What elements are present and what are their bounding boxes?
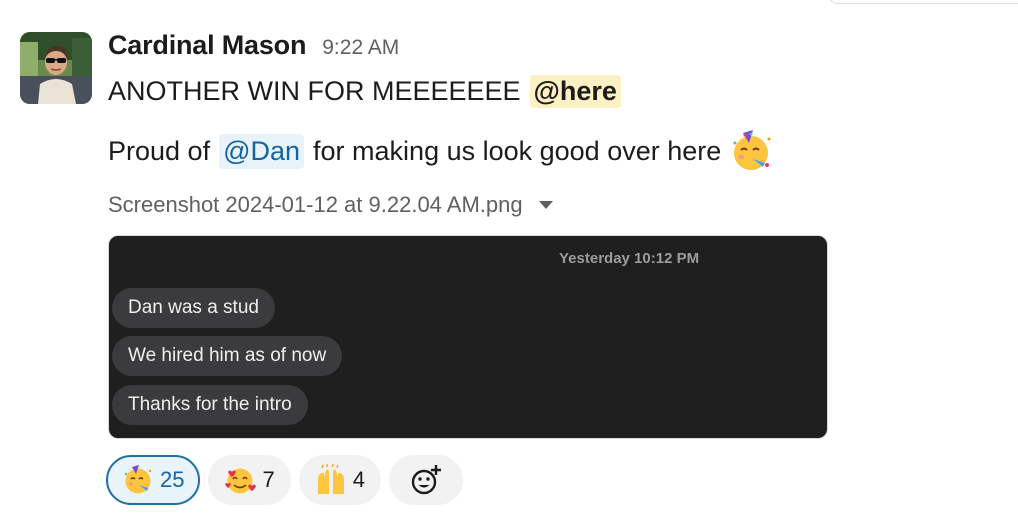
message-header: Cardinal Mason 9:22 AM: [108, 30, 399, 66]
reaction-count: 7: [262, 467, 275, 492]
message-line-1: ANOTHER WIN FOR MEEEEEEE @here: [108, 72, 621, 110]
partying-face-icon: [122, 464, 154, 496]
user-mention[interactable]: @Dan: [219, 133, 305, 169]
message-text-prefix: Proud of: [108, 135, 211, 166]
reaction-count: 4: [352, 467, 365, 492]
message-timestamp[interactable]: 9:22 AM: [322, 36, 399, 60]
smiling-face-with-hearts-icon: [224, 464, 257, 496]
chat-message: Cardinal Mason 9:22 AM ANOTHER WIN FOR M…: [0, 0, 1018, 516]
message-text: ANOTHER WIN FOR MEEEEEEE: [108, 75, 521, 106]
reaction-smiling-face-with-hearts[interactable]: 7: [208, 455, 291, 505]
reaction-raising-hands[interactable]: 4: [298, 455, 381, 505]
avatar-image: [20, 32, 92, 104]
file-name[interactable]: Screenshot 2024-01-12 at 9.22.04 AM.png: [108, 192, 523, 218]
screenshot-timestamp: Yesterday 10:12 PM: [559, 250, 700, 267]
add-reaction-icon: [409, 463, 443, 497]
file-metadata: Screenshot 2024-01-12 at 9.22.04 AM.png: [108, 189, 553, 221]
raising-hands-icon: [315, 463, 347, 496]
chat-bubble: Thanks for the intro: [112, 385, 308, 425]
image-attachment[interactable]: Yesterday 10:12 PM Dan was a stud We hir…: [108, 235, 828, 439]
avatar[interactable]: [20, 32, 92, 104]
add-reaction-button[interactable]: [388, 455, 463, 505]
message-line-2: Proud of @Dan for making us look good ov…: [108, 128, 773, 174]
reaction-count: 25: [160, 467, 185, 492]
chevron-down-icon[interactable]: [538, 201, 553, 209]
reaction-partying-face[interactable]: 25: [106, 455, 201, 505]
here-mention[interactable]: @here: [529, 74, 621, 108]
chat-bubble: We hired him as of now: [112, 336, 343, 376]
reactions-bar: 25 7 4: [106, 455, 471, 507]
partying-face-emoji-icon: [729, 129, 773, 173]
chat-bubble: Dan was a stud: [112, 288, 275, 328]
message-text-suffix: for making us look good over here: [313, 135, 722, 166]
author-name[interactable]: Cardinal Mason: [108, 30, 306, 61]
